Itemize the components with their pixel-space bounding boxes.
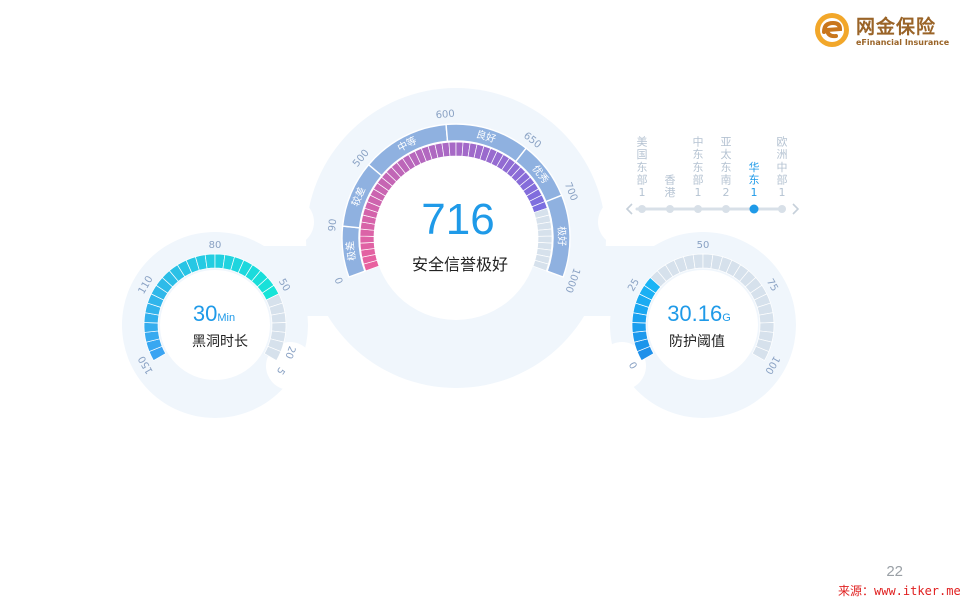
region-item[interactable]: 亚太东南2 <box>721 136 732 213</box>
region-label-char: 亚 <box>721 136 732 149</box>
score-tick-label: 90 <box>327 218 339 232</box>
threshold-value: 30.16 <box>667 301 722 326</box>
svg-text:30.16G: 30.16G <box>667 301 731 326</box>
region-items: 美国东部1香港中东东部1亚太东南2华东1欧洲中部1 <box>637 136 788 214</box>
score-fill-segment <box>537 228 553 237</box>
region-slider[interactable]: 美国东部1香港中东东部1亚太东南2华东1欧洲中部1 <box>625 136 800 215</box>
region-label-char: 中 <box>777 161 788 174</box>
credit-score-caption: 安全信誉极好 <box>412 255 508 274</box>
region-label-char: 东 <box>721 161 732 174</box>
region-label-char: 部 <box>777 172 788 186</box>
region-count: 1 <box>751 186 758 199</box>
region-label-char: 东 <box>693 161 704 174</box>
region-dot[interactable] <box>666 205 674 213</box>
region-label-char: 华 <box>749 160 760 174</box>
credit-score-value: 716 <box>421 195 494 244</box>
blackhole-caption: 黑洞时长 <box>192 334 248 350</box>
region-item[interactable]: 美国东部1 <box>637 136 648 213</box>
region-label-char: 港 <box>665 186 676 199</box>
score-fill-segment <box>537 235 553 244</box>
region-label-char: 美 <box>637 136 648 149</box>
band-label-superb: 极好 <box>555 226 568 246</box>
region-label-char: 南 <box>721 173 732 186</box>
region-item[interactable]: 中东东部1 <box>693 136 704 213</box>
blackhole-tick-label: 80 <box>209 240 222 251</box>
region-dot[interactable] <box>638 205 646 213</box>
region-count: 1 <box>695 186 702 199</box>
region-label-char: 香 <box>665 173 676 186</box>
region-label-char: 东 <box>749 173 760 186</box>
region-label-char: 东 <box>693 148 704 161</box>
score-fill-segment <box>359 242 376 251</box>
brand-emblem-icon <box>815 13 849 47</box>
page-number: 22 <box>886 563 903 580</box>
region-count: 1 <box>779 186 786 199</box>
region-label-char: 部 <box>637 172 648 186</box>
source-note: 来源：www.itker.me <box>838 584 960 598</box>
blackhole-unit: Min <box>217 312 235 324</box>
region-label-char: 东 <box>637 161 648 174</box>
threshold-fill-segment <box>692 253 704 269</box>
region-label-char: 洲 <box>777 148 788 161</box>
blackhole-fill-segment <box>143 322 159 333</box>
region-label-char: 中 <box>693 136 704 149</box>
region-label-char: 太 <box>721 148 732 161</box>
blackhole-fill-segment <box>204 253 216 269</box>
threshold-unit: G <box>722 312 731 324</box>
region-dot[interactable] <box>722 205 730 213</box>
threshold-tick-label: 50 <box>697 240 710 251</box>
region-dot[interactable] <box>694 205 702 213</box>
region-label-char: 国 <box>637 148 648 161</box>
region-count: 2 <box>723 186 730 199</box>
score-tick-label: 600 <box>435 109 455 122</box>
score-fill-segment <box>448 141 457 157</box>
region-dot-selected[interactable] <box>749 204 759 214</box>
threshold-caption: 防护阈值 <box>669 334 725 350</box>
score-fill-segment <box>359 235 375 244</box>
region-dot[interactable] <box>778 205 786 213</box>
threshold-fill-segment <box>631 322 647 333</box>
chevron-right-icon[interactable] <box>792 203 800 215</box>
region-item[interactable]: 香港 <box>665 173 676 213</box>
region-item[interactable]: 欧洲中部1 <box>777 136 788 213</box>
brand-title: 网金保险 <box>856 16 937 38</box>
region-label-char: 欧 <box>777 136 788 149</box>
brand-logo: 网金保险 eFinancial Insurance <box>812 10 952 50</box>
region-count: 1 <box>639 186 646 199</box>
blackhole-value: 30 <box>193 301 217 326</box>
brand-subtitle: eFinancial Insurance <box>856 38 950 47</box>
dashboard-canvas: 极差 较差 中等 良好 优秀 极好 0 90 500 600 650 700 1… <box>122 88 800 418</box>
region-label-char: 部 <box>693 172 704 186</box>
region-item[interactable]: 华东1 <box>749 160 760 214</box>
